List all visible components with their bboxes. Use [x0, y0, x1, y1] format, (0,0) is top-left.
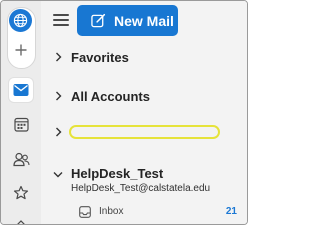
plus-icon[interactable] [10, 39, 31, 60]
inbox-icon [78, 205, 91, 218]
all-accounts-group[interactable]: All Accounts [71, 89, 150, 104]
folder-inbox[interactable]: Inbox 21 [41, 201, 247, 224]
star-icon[interactable] [9, 181, 33, 205]
account-email: HelpDesk_Test@calstatela.edu [71, 183, 211, 194]
more-icon[interactable] [9, 211, 33, 224]
folder-pane: New Mail Favorites All Accounts HelpDesk… [41, 1, 247, 224]
globe-icon[interactable] [9, 9, 32, 32]
compose-icon [90, 13, 106, 29]
inbox-unread-count: 21 [225, 206, 237, 217]
chevron-right-icon[interactable] [53, 127, 63, 137]
new-mail-button[interactable]: New Mail [77, 5, 178, 36]
chevron-right-icon[interactable] [53, 91, 63, 101]
calendar-icon[interactable] [9, 112, 33, 136]
chevron-down-icon[interactable] [53, 169, 63, 179]
hamburger-icon[interactable] [53, 14, 69, 28]
outlook-window: New Mail Favorites All Accounts HelpDesk… [0, 0, 248, 225]
new-mail-label: New Mail [114, 12, 174, 29]
people-icon[interactable] [9, 147, 33, 171]
app-rail [1, 1, 41, 224]
chevron-right-icon[interactable] [53, 52, 63, 62]
inbox-label: Inbox [99, 206, 124, 217]
redacted-account-highlight[interactable] [69, 125, 220, 139]
favorites-group[interactable]: Favorites [71, 50, 129, 65]
mail-icon[interactable] [9, 78, 33, 102]
account-name[interactable]: HelpDesk_Test [71, 166, 163, 181]
